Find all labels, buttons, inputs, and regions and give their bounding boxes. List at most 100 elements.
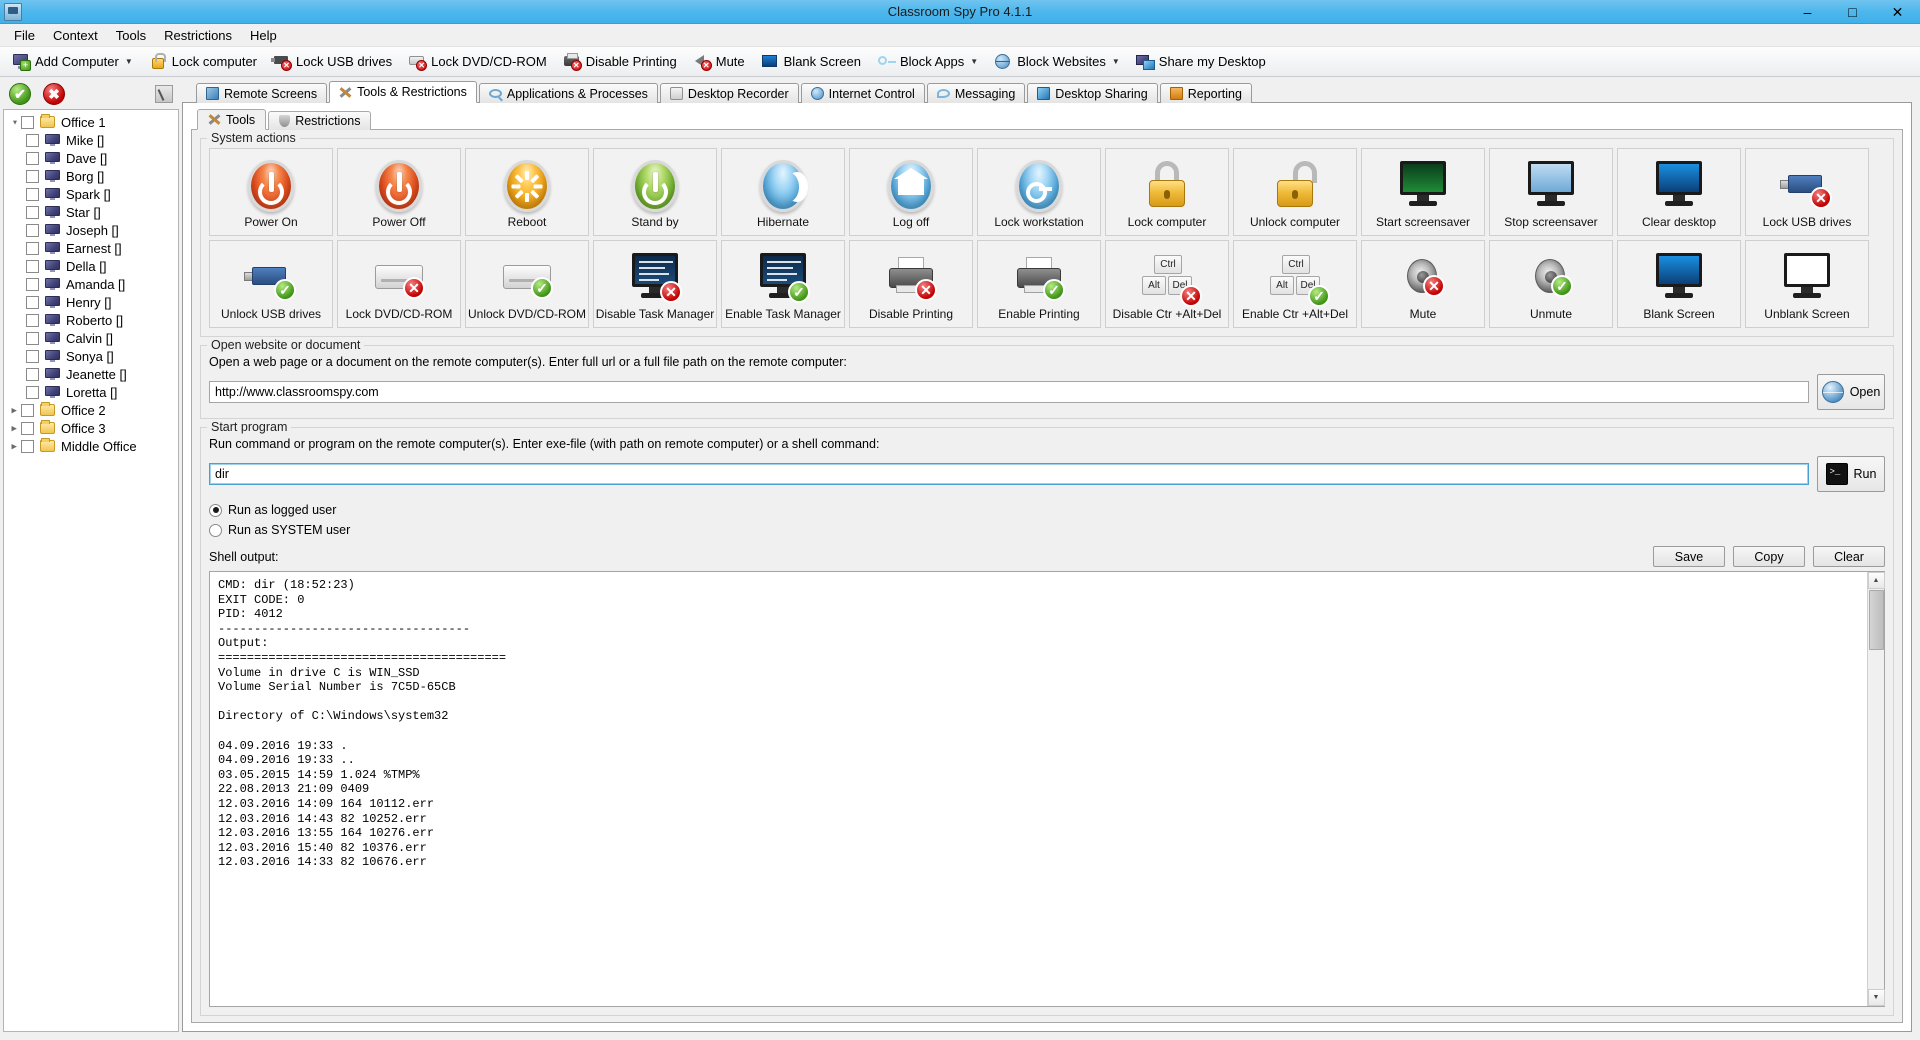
toolbar-mute[interactable]: ✕ Mute: [685, 49, 753, 75]
unlock-computer-button[interactable]: Unlock computer: [1233, 148, 1357, 236]
toolbar-share-my-desktop[interactable]: Share my Desktop: [1128, 49, 1274, 75]
tree-checkbox[interactable]: [26, 224, 39, 237]
lock-dvd-button[interactable]: ✕ Lock DVD/CD-ROM: [337, 240, 461, 328]
tree-item-computer[interactable]: Dave []: [4, 149, 178, 167]
chevron-down-icon[interactable]: ▼: [1112, 57, 1120, 66]
chevron-right-icon[interactable]: [8, 424, 21, 433]
console-scrollbar[interactable]: ▲ ▼: [1867, 572, 1884, 1006]
stop-screensaver-button[interactable]: Stop screensaver: [1489, 148, 1613, 236]
tab-messaging[interactable]: Messaging: [927, 83, 1025, 103]
maximize-button[interactable]: □: [1830, 0, 1875, 23]
unblank-screen-button[interactable]: Unblank Screen: [1745, 240, 1869, 328]
menu-help[interactable]: Help: [241, 25, 286, 46]
toolbar-block-apps[interactable]: Block Apps ▼: [869, 49, 986, 75]
unlock-dvd-button[interactable]: ✓ Unlock DVD/CD-ROM: [465, 240, 589, 328]
tree-item-computer[interactable]: Joseph []: [4, 221, 178, 239]
tab-remote-screens[interactable]: Remote Screens: [196, 83, 327, 103]
tree-item-computer[interactable]: Sonya []: [4, 347, 178, 365]
tree-checkbox[interactable]: [26, 314, 39, 327]
scroll-down-icon[interactable]: ▼: [1868, 989, 1885, 1006]
tree-item-computer[interactable]: Earnest []: [4, 239, 178, 257]
clear-desktop-button[interactable]: Clear desktop: [1617, 148, 1741, 236]
chevron-down-icon[interactable]: ▼: [970, 57, 978, 66]
tree-item-computer[interactable]: Jeanette []: [4, 365, 178, 383]
tree-item-office-3[interactable]: Office 3: [4, 419, 178, 437]
shell-output-console[interactable]: CMD: dir (18:52:23) EXIT CODE: 0 PID: 40…: [209, 571, 1885, 1007]
logoff-button[interactable]: Log off: [849, 148, 973, 236]
computers-tree[interactable]: Office 1 Mike [] Dave [] Borg []: [3, 109, 179, 1032]
blank-screen-button[interactable]: Blank Screen: [1617, 240, 1741, 328]
enable-task-manager-button[interactable]: ✓ Enable Task Manager: [721, 240, 845, 328]
chevron-right-icon[interactable]: [8, 406, 21, 415]
tree-checkbox[interactable]: [26, 278, 39, 291]
subtab-tools[interactable]: Tools: [197, 109, 266, 130]
tree-item-computer[interactable]: Della []: [4, 257, 178, 275]
tree-checkbox[interactable]: [26, 386, 39, 399]
open-button[interactable]: Open: [1817, 374, 1885, 410]
tab-reporting[interactable]: Reporting: [1160, 83, 1252, 103]
tab-tools-restrictions[interactable]: Tools & Restrictions: [329, 81, 477, 103]
menu-context[interactable]: Context: [44, 25, 107, 46]
toolbar-lock-dvd[interactable]: ✕ Lock DVD/CD-ROM: [400, 49, 555, 75]
toolbar-block-websites[interactable]: Block Websites ▼: [986, 49, 1128, 75]
copy-button[interactable]: Copy: [1733, 546, 1805, 567]
run-as-system-user-option[interactable]: Run as SYSTEM user: [209, 520, 1885, 540]
save-button[interactable]: Save: [1653, 546, 1725, 567]
tree-item-office-1[interactable]: Office 1: [4, 113, 178, 131]
clear-button[interactable]: Clear: [1813, 546, 1885, 567]
tree-item-computer[interactable]: Loretta []: [4, 383, 178, 401]
chevron-down-icon[interactable]: ▼: [125, 57, 133, 66]
edit-icon[interactable]: [155, 85, 173, 103]
deselect-all-icon[interactable]: ✖: [43, 83, 65, 105]
toolbar-add-computer[interactable]: + Add Computer ▼: [4, 49, 141, 75]
menu-file[interactable]: File: [5, 25, 44, 46]
toolbar-lock-computer[interactable]: Lock computer: [141, 49, 265, 75]
toolbar-lock-usb-drives[interactable]: ✕ Lock USB drives: [265, 49, 400, 75]
tree-checkbox[interactable]: [26, 332, 39, 345]
reboot-button[interactable]: Reboot: [465, 148, 589, 236]
tree-checkbox[interactable]: [26, 296, 39, 309]
scrollbar-thumb[interactable]: [1869, 590, 1884, 650]
scroll-up-icon[interactable]: ▲: [1868, 572, 1885, 589]
disable-printing-button[interactable]: ✕ Disable Printing: [849, 240, 973, 328]
tree-checkbox[interactable]: [21, 440, 34, 453]
menu-restrictions[interactable]: Restrictions: [155, 25, 241, 46]
disable-task-manager-button[interactable]: ✕ Disable Task Manager: [593, 240, 717, 328]
tree-checkbox[interactable]: [21, 404, 34, 417]
tree-checkbox[interactable]: [21, 422, 34, 435]
command-input[interactable]: [209, 463, 1809, 485]
radio-system-user[interactable]: [209, 524, 222, 537]
lock-usb-drives-button[interactable]: ✕ Lock USB drives: [1745, 148, 1869, 236]
radio-logged-user[interactable]: [209, 504, 222, 517]
tree-checkbox[interactable]: [26, 260, 39, 273]
enable-ctrl-alt-del-button[interactable]: Ctrl Alt Del ✓ Enable Ctr +Alt+Del: [1233, 240, 1357, 328]
minimize-button[interactable]: –: [1785, 0, 1830, 23]
lock-workstation-button[interactable]: Lock workstation: [977, 148, 1101, 236]
start-screensaver-button[interactable]: Start screensaver: [1361, 148, 1485, 236]
tree-checkbox[interactable]: [26, 368, 39, 381]
tree-checkbox[interactable]: [26, 350, 39, 363]
tree-item-computer[interactable]: Star []: [4, 203, 178, 221]
tab-applications-processes[interactable]: Applications & Processes: [479, 83, 658, 103]
tree-checkbox[interactable]: [26, 242, 39, 255]
select-all-icon[interactable]: ✔: [9, 83, 31, 105]
url-input[interactable]: [209, 381, 1809, 403]
tab-desktop-sharing[interactable]: Desktop Sharing: [1027, 83, 1157, 103]
menu-tools[interactable]: Tools: [107, 25, 155, 46]
chevron-right-icon[interactable]: [8, 442, 21, 451]
mute-button[interactable]: ✕ Mute: [1361, 240, 1485, 328]
close-button[interactable]: ✕: [1875, 0, 1920, 23]
lock-computer-button[interactable]: Lock computer: [1105, 148, 1229, 236]
run-button[interactable]: Run: [1817, 456, 1885, 492]
tab-desktop-recorder[interactable]: Desktop Recorder: [660, 83, 799, 103]
disable-ctrl-alt-del-button[interactable]: Ctrl Alt Del ✕ Disable Ctr +Alt+Del: [1105, 240, 1229, 328]
tree-item-middle-office[interactable]: Middle Office: [4, 437, 178, 455]
subtab-restrictions[interactable]: Restrictions: [268, 111, 371, 130]
unmute-button[interactable]: ✓ Unmute: [1489, 240, 1613, 328]
chevron-down-icon[interactable]: [8, 118, 21, 127]
tree-checkbox[interactable]: [26, 134, 39, 147]
tree-item-office-2[interactable]: Office 2: [4, 401, 178, 419]
standby-button[interactable]: Stand by: [593, 148, 717, 236]
tree-checkbox[interactable]: [26, 206, 39, 219]
toolbar-blank-screen[interactable]: Blank Screen: [753, 49, 869, 75]
